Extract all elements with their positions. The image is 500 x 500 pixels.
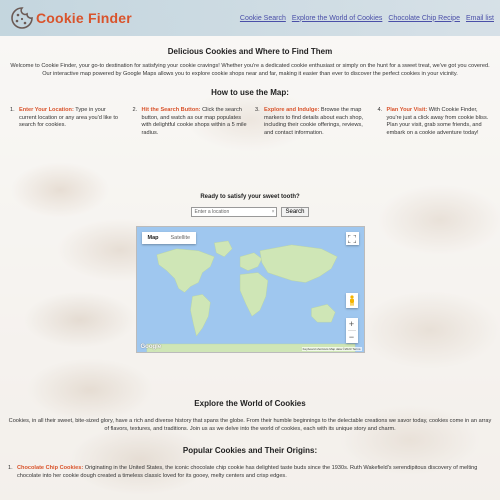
brand-name: Cookie Finder: [36, 10, 132, 26]
map-type-map[interactable]: Map: [141, 232, 165, 245]
map-type-control: Map Satellite: [141, 232, 197, 245]
step-body: Hit the Search Button: Click the search …: [142, 107, 248, 137]
howto-title: How to use the Map:: [211, 88, 289, 98]
step-number: 2.: [132, 107, 138, 114]
step-number: 4.: [377, 107, 383, 114]
cookie-item-number: 1.: [8, 465, 13, 472]
main-nav: Cookie Search Explore the World of Cooki…: [240, 15, 494, 22]
page-title: Delicious Cookies and Where to Find Them: [167, 47, 333, 56]
cookie-item-chocolate-chip: 1. Chocolate Chip Cookies: Originating i…: [8, 465, 492, 480]
brand[interactable]: Cookie Finder: [10, 6, 132, 30]
map-attribution[interactable]: Keyboard shortcuts Map data ©2023 Terms: [301, 347, 362, 352]
zoom-out-button[interactable]: −: [346, 331, 358, 343]
step-label: Explore and Indulge:: [264, 107, 320, 114]
step-body: Explore and Indulge: Browse the map mark…: [264, 107, 370, 137]
explore-paragraph: Cookies, in all their sweet, bite-sized …: [8, 418, 492, 432]
howto-steps: 1. Enter Your Location: Type in your cur…: [10, 107, 492, 137]
nav-explore-world[interactable]: Explore the World of Cookies: [292, 15, 383, 22]
nav-email-list[interactable]: Email list: [466, 15, 494, 22]
search-button[interactable]: Search: [281, 207, 309, 218]
page: Cookie Finder Cookie Search Explore the …: [0, 0, 500, 500]
step-label: Hit the Search Button:: [141, 107, 201, 114]
google-logo: Google: [140, 344, 162, 351]
popular-title: Popular Cookies and Their Origins:: [182, 446, 318, 456]
clear-icon[interactable]: ×: [272, 209, 275, 215]
explore-title: Explore the World of Cookies: [194, 399, 306, 409]
step-number: 3.: [255, 107, 260, 114]
step-body: Enter Your Location: Type in your curren…: [19, 107, 125, 137]
cookie-logo-icon: [11, 7, 33, 29]
step-plan-visit: 4. Plan Your Visit: With Cookie Finder, …: [378, 107, 493, 137]
street-view-pegman[interactable]: [345, 293, 358, 309]
google-map[interactable]: Map Satellite + − Google Keyboard shortc…: [135, 226, 365, 354]
site-header: Cookie Finder Cookie Search Explore the …: [0, 0, 500, 36]
map-type-satellite[interactable]: Satellite: [164, 232, 197, 245]
step-number: 1.: [10, 107, 15, 114]
step-hit-search: 2. Hit the Search Button: Click the sear…: [133, 107, 248, 137]
world-map-land: [146, 240, 355, 353]
cookie-item-body: Chocolate Chip Cookies: Originating in t…: [17, 465, 492, 480]
step-enter-location: 1. Enter Your Location: Type in your cur…: [10, 107, 125, 137]
zoom-in-button[interactable]: +: [346, 318, 358, 330]
search-bar: Enter a location × Search: [0, 207, 500, 218]
fullscreen-button[interactable]: [345, 232, 359, 246]
step-label: Plan Your Visit:: [386, 107, 428, 114]
intro-paragraph: Welcome to Cookie Finder, your go-to des…: [10, 63, 490, 77]
zoom-control: + −: [345, 318, 358, 344]
nav-cookie-search[interactable]: Cookie Search: [240, 15, 286, 22]
step-explore-indulge: 3. Explore and Indulge: Browse the map m…: [255, 107, 370, 137]
step-label: Enter Your Location:: [19, 107, 74, 114]
cookie-item-label: Chocolate Chip Cookies:: [17, 465, 84, 472]
location-input[interactable]: Enter a location ×: [191, 207, 278, 218]
step-body: Plan Your Visit: With Cookie Finder, you…: [387, 107, 493, 137]
fullscreen-icon: [348, 234, 356, 243]
search-prompt: Ready to satisfy your sweet tooth?: [200, 194, 300, 201]
location-placeholder: Enter a location: [194, 209, 230, 216]
cookie-item-text: Originating in the United States, the ic…: [17, 465, 478, 479]
pegman-icon: [349, 295, 354, 306]
nav-chocolate-chip-recipe[interactable]: Chocolate Chip Recipe: [388, 15, 460, 22]
